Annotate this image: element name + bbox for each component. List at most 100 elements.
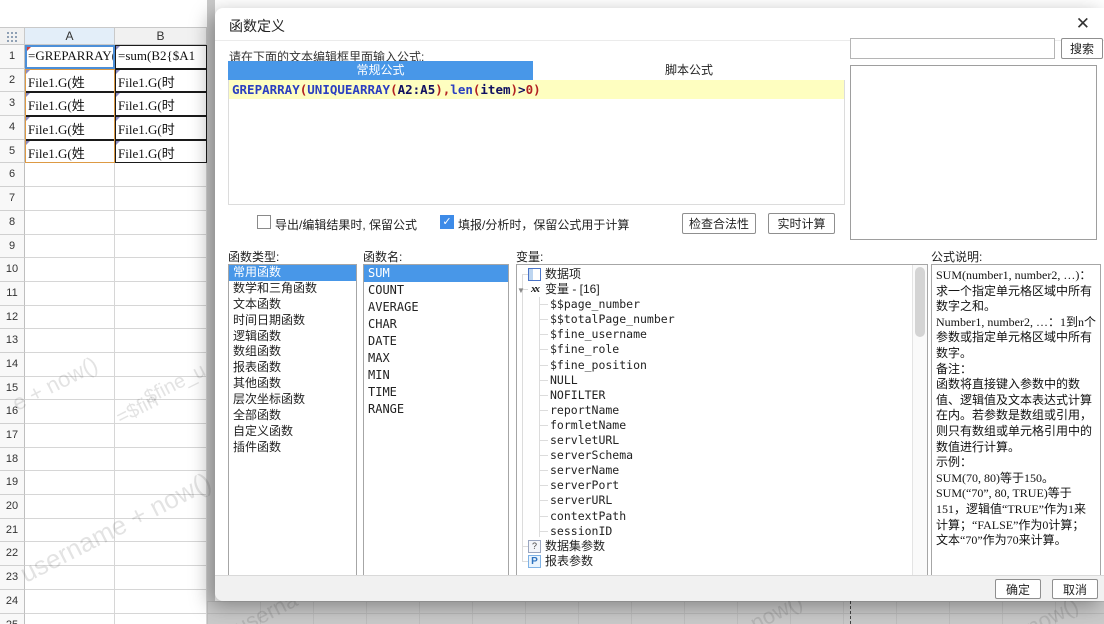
cell-A23[interactable] — [25, 566, 115, 590]
function-type-item[interactable]: 插件函数 — [229, 440, 356, 456]
cell-A7[interactable] — [25, 187, 115, 211]
variable-node[interactable]: serverURL — [517, 493, 911, 508]
row-header-8[interactable]: 8 — [0, 210, 25, 235]
variable-node[interactable]: P 报表参数 — [517, 554, 911, 569]
function-name-item[interactable]: DATE — [364, 333, 508, 350]
cell-A17[interactable] — [25, 424, 115, 448]
function-type-item[interactable]: 自定义函数 — [229, 424, 356, 440]
expander-icon[interactable]: ▼ — [517, 283, 525, 298]
formula-editor[interactable]: GREPARRAY(UNIQUEARRAY(A2:A5),len(item)>0… — [228, 80, 845, 205]
variable-node[interactable]: $$page_number — [517, 297, 911, 312]
cell-A10[interactable] — [25, 258, 115, 282]
cell-B1[interactable]: =sum(B2{$A1 — [115, 45, 207, 69]
variable-node[interactable]: NULL — [517, 373, 911, 388]
variable-node[interactable]: serverSchema — [517, 448, 911, 463]
cell-A22[interactable] — [25, 542, 115, 567]
row-header-2[interactable]: 2 — [0, 68, 25, 93]
variable-node[interactable]: contextPath — [517, 509, 911, 524]
cell-B17[interactable] — [115, 424, 207, 448]
realtime-calc-button[interactable]: 实时计算 — [768, 213, 835, 234]
row-header-5[interactable]: 5 — [0, 139, 25, 164]
variable-node[interactable]: $fine_username — [517, 327, 911, 342]
check-validity-button[interactable]: 检查合法性 — [682, 213, 756, 234]
row-header-25[interactable]: 25 — [0, 613, 25, 624]
cell-A12[interactable] — [25, 305, 115, 330]
search-input[interactable] — [850, 38, 1055, 59]
cell-A15[interactable] — [25, 376, 115, 401]
row-header-24[interactable]: 24 — [0, 589, 25, 614]
variable-node[interactable]: $fine_position — [517, 358, 911, 373]
formula-text[interactable]: GREPARRAY(UNIQUEARRAY(A2:A5),len(item)>0… — [229, 80, 844, 99]
variable-node[interactable]: ▼ xx 变量 - [16] — [517, 282, 911, 297]
function-name-item[interactable]: MIN — [364, 367, 508, 384]
function-type-item[interactable]: 其他函数 — [229, 376, 356, 392]
tab-regular-formula[interactable]: 常规公式 — [228, 61, 533, 80]
cell-A13[interactable] — [25, 329, 115, 353]
function-name-item[interactable]: CHAR — [364, 316, 508, 333]
row-header-16[interactable]: 16 — [0, 400, 25, 424]
row-header-13[interactable]: 13 — [0, 329, 25, 353]
variable-node[interactable]: serverName — [517, 463, 911, 478]
row-header-23[interactable]: 23 — [0, 566, 25, 590]
function-type-item[interactable]: 逻辑函数 — [229, 329, 356, 345]
function-type-item[interactable]: 报表函数 — [229, 360, 356, 376]
cell-A2[interactable]: File1.G(姓 — [25, 68, 115, 93]
variable-node[interactable]: formletName — [517, 418, 911, 433]
variable-node[interactable]: $$totalPage_number — [517, 312, 911, 327]
cell-B8[interactable] — [115, 210, 207, 235]
cell-B14[interactable] — [115, 352, 207, 377]
cell-A25[interactable] — [25, 613, 115, 624]
cell-B20[interactable] — [115, 495, 207, 519]
row-header-11[interactable]: 11 — [0, 281, 25, 306]
cell-B21[interactable] — [115, 518, 207, 543]
scrollbar[interactable] — [912, 265, 927, 576]
variable-node[interactable]: 数据项 — [517, 267, 911, 282]
select-all-corner[interactable] — [0, 27, 25, 45]
function-name-item[interactable]: MAX — [364, 350, 508, 367]
cell-A16[interactable] — [25, 400, 115, 424]
row-header-14[interactable]: 14 — [0, 352, 25, 377]
row-header-15[interactable]: 15 — [0, 376, 25, 401]
cell-B11[interactable] — [115, 281, 207, 306]
row-header-7[interactable]: 7 — [0, 187, 25, 211]
variable-node[interactable]: reportName — [517, 403, 911, 418]
function-type-item[interactable]: 文本函数 — [229, 297, 356, 313]
row-header-9[interactable]: 9 — [0, 234, 25, 259]
function-type-item[interactable]: 全部函数 — [229, 408, 356, 424]
cell-B19[interactable] — [115, 471, 207, 496]
function-name-item[interactable]: TIME — [364, 384, 508, 401]
cell-B22[interactable] — [115, 542, 207, 567]
cell-B13[interactable] — [115, 329, 207, 353]
row-header-6[interactable]: 6 — [0, 163, 25, 188]
cell-B23[interactable] — [115, 566, 207, 590]
column-header-a[interactable]: A — [25, 27, 115, 45]
variable-node[interactable]: sessionID — [517, 524, 911, 539]
cell-A20[interactable] — [25, 495, 115, 519]
cell-B3[interactable]: File1.G(时 — [115, 92, 207, 117]
cell-A18[interactable] — [25, 447, 115, 472]
cell-A21[interactable] — [25, 518, 115, 543]
function-type-item[interactable]: 层次坐标函数 — [229, 392, 356, 408]
cell-A24[interactable] — [25, 589, 115, 614]
cell-A11[interactable] — [25, 281, 115, 306]
variable-node[interactable]: $fine_role — [517, 342, 911, 357]
checkbox-keep-formula-export[interactable] — [257, 215, 271, 229]
cell-B2[interactable]: File1.G(时 — [115, 68, 207, 93]
row-header-4[interactable]: 4 — [0, 116, 25, 140]
cell-B18[interactable] — [115, 447, 207, 472]
cell-A3[interactable]: File1.G(姓 — [25, 92, 115, 117]
function-type-item[interactable]: 常用函数 — [229, 265, 356, 281]
row-header-10[interactable]: 10 — [0, 258, 25, 282]
tab-script-formula[interactable]: 脚本公式 — [533, 61, 845, 80]
column-header-b[interactable]: B — [115, 27, 207, 45]
row-header-19[interactable]: 19 — [0, 471, 25, 496]
cell-A14[interactable] — [25, 352, 115, 377]
function-type-item[interactable]: 时间日期函数 — [229, 313, 356, 329]
ok-button[interactable]: 确定 — [995, 579, 1041, 599]
row-header-3[interactable]: 3 — [0, 92, 25, 117]
cell-B25[interactable] — [115, 613, 207, 624]
cancel-button[interactable]: 取消 — [1052, 579, 1098, 599]
cell-B15[interactable] — [115, 376, 207, 401]
scrollbar-thumb[interactable] — [915, 267, 925, 337]
variable-node[interactable]: NOFILTER — [517, 388, 911, 403]
